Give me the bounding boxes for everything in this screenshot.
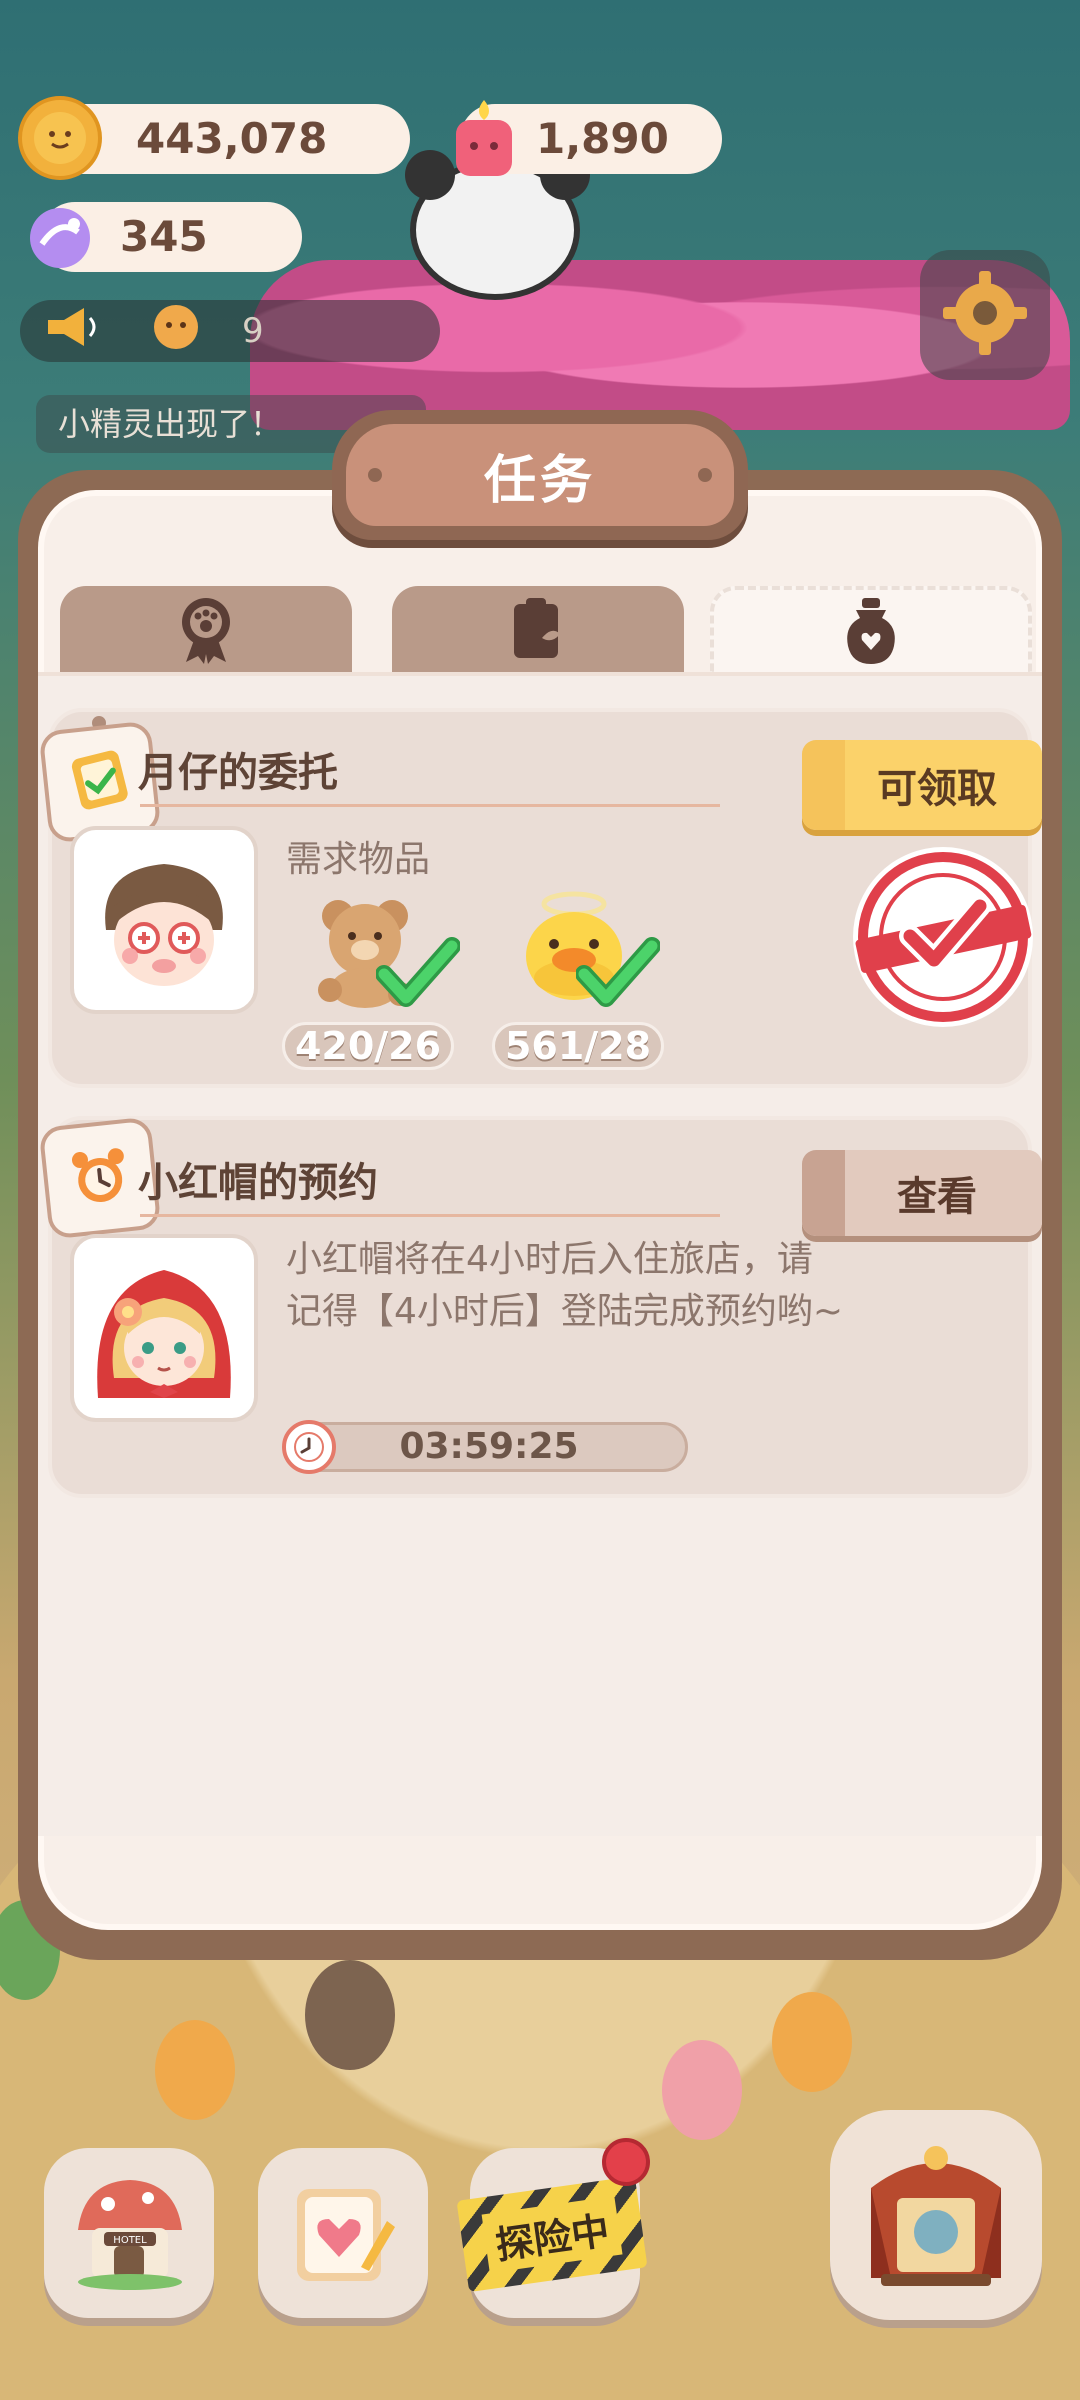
alarm-clock-icon <box>65 1141 136 1215</box>
task-avatar-yuezai <box>70 826 258 1014</box>
tab-achievements[interactable] <box>60 586 352 676</box>
timer-icon <box>282 1420 336 1474</box>
item-teddy-bear <box>308 890 461 1014</box>
tab-orders[interactable] <box>392 586 684 676</box>
hotel-sign: HOTEL <box>113 2235 147 2246</box>
crystal-icon <box>18 196 102 280</box>
bear-character <box>305 1960 395 2070</box>
completed-stamp-icon <box>850 844 1036 1030</box>
claim-button[interactable]: 可领取 <box>802 740 1042 830</box>
memo-icon <box>508 596 568 666</box>
panel-title-plate: 任务 <box>332 410 748 540</box>
task-title: 小红帽的预约 <box>138 1160 378 1206</box>
item-duck <box>516 890 666 1014</box>
crystal-value: 345 <box>120 212 208 261</box>
visitor-count: 9 <box>242 311 264 351</box>
panel-title: 任务 <box>346 424 734 526</box>
requirement-label: 需求物品 <box>286 839 431 880</box>
candle-value: 1,890 <box>536 114 669 163</box>
title-underline <box>140 804 720 807</box>
item-progress: 561/28 <box>492 1022 664 1070</box>
orange-character <box>772 1992 852 2092</box>
pink-character <box>662 2040 742 2140</box>
notification-dot <box>602 2138 650 2186</box>
journal-button[interactable] <box>258 2148 428 2318</box>
item-progress: 420/26 <box>282 1022 454 1070</box>
coin-value: 443,078 <box>136 114 328 163</box>
task-title: 月仔的委托 <box>138 750 338 796</box>
candle-icon <box>442 96 526 180</box>
settings-button[interactable] <box>920 250 1050 380</box>
bottle-heart-icon <box>842 596 900 670</box>
check-icon <box>575 936 661 1014</box>
announcement-bar[interactable]: 9 <box>20 300 440 362</box>
medal-icon <box>176 594 236 668</box>
heart-notebook-icon <box>283 2171 403 2295</box>
coin-icon <box>18 96 102 180</box>
hotel-icon: HOTEL <box>64 2166 194 2300</box>
hotel-button[interactable]: HOTEL <box>44 2148 214 2318</box>
task-description: 小红帽将在4小时后入住旅店，请记得【4小时后】登陆完成预约哟~ <box>286 1239 844 1332</box>
title-underline <box>140 1214 720 1217</box>
theater-stage-icon <box>851 2128 1021 2302</box>
gear-icon <box>937 265 1033 365</box>
clipboard-check-icon <box>65 745 136 819</box>
countdown-timer: 03:59:25 <box>290 1422 688 1472</box>
visitor-icon <box>150 301 202 362</box>
exploring-label: 探险中 <box>481 2195 623 2273</box>
gingerbread-character <box>155 2020 235 2120</box>
task-avatar-red-riding-hood <box>70 1234 258 1422</box>
view-button[interactable]: 查看 <box>802 1150 1042 1236</box>
megaphone-icon <box>44 304 100 359</box>
tab-commissions[interactable] <box>710 586 1032 676</box>
theater-button[interactable] <box>830 2110 1042 2320</box>
check-icon <box>375 936 461 1014</box>
